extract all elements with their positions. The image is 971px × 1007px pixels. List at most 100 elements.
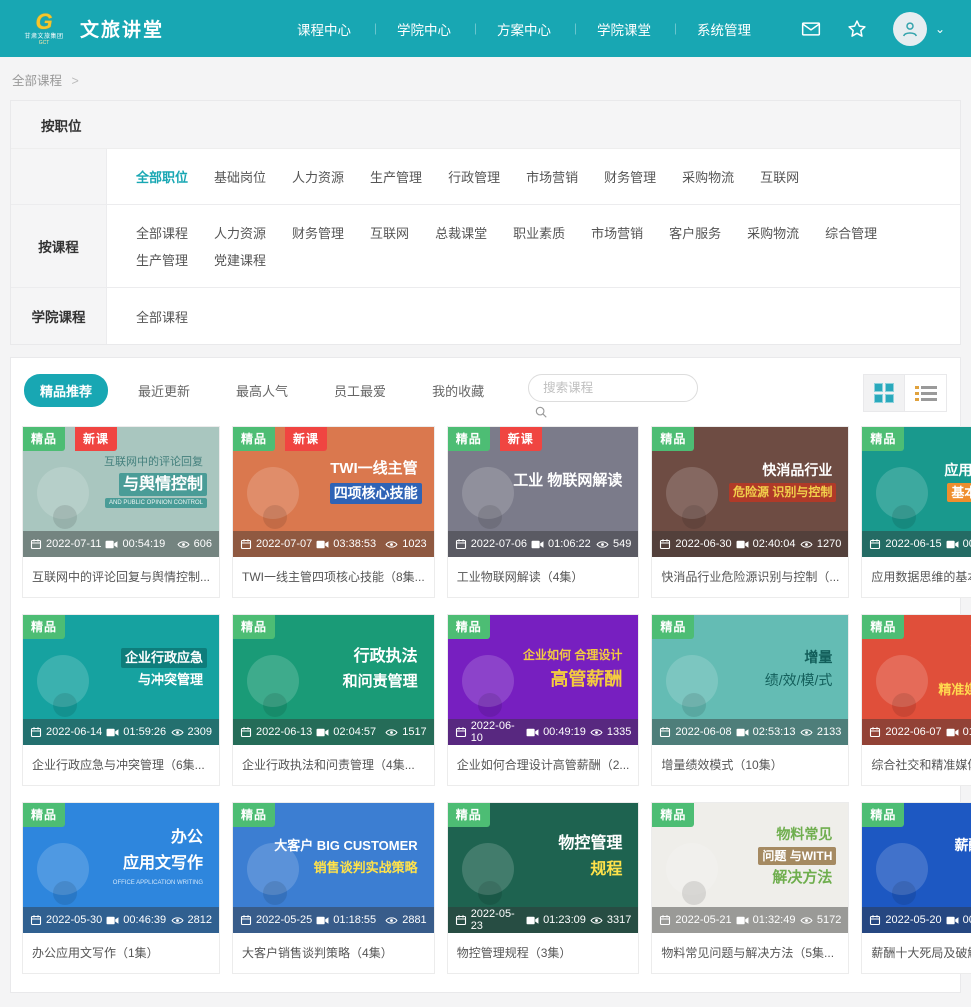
thumb-line-1: 增量 (800, 647, 836, 668)
course-meta: 2022-06-08 02:53:13 2133 (652, 719, 848, 745)
course-card-14[interactable]: 精品 物料常见问题 与WITH解决方法 2022-05-21 01:32:49 (651, 802, 849, 974)
course-meta: 2022-05-23 01:23:09 3317 (448, 907, 639, 933)
sort-tab-5[interactable]: 我的收藏 (416, 374, 500, 407)
filter-option-0-6[interactable]: 财务管理 (604, 167, 656, 186)
course-card-12[interactable]: 精品 大客户 BIG CUSTOMER销售谈判实战策略 2022-05-25 0… (232, 802, 435, 974)
grid-view-button[interactable] (864, 375, 905, 411)
filter-option-1-8[interactable]: 采购物流 (747, 223, 799, 242)
course-card-7[interactable]: 精品 行政执法和问责管理 2022-06-13 02:04:57 (232, 614, 435, 786)
filter-option-0-0[interactable]: 全部职位 (136, 167, 188, 186)
filter-option-0-7[interactable]: 采购物流 (682, 167, 734, 186)
video-icon (736, 727, 749, 738)
filter-option-1-10[interactable]: 生产管理 (136, 250, 188, 269)
thumbnail-text: 像网红一样火综合社交和精准媒体营销策划 (932, 637, 971, 700)
course-card-11[interactable]: 精品 办公应用文写作OFFICE APPLICATION WRITING 202… (22, 802, 220, 974)
sort-tab-3[interactable]: 最高人气 (220, 374, 304, 407)
badge-精品: 精品 (448, 427, 490, 451)
grid-icon (874, 383, 894, 403)
video-icon (106, 915, 119, 926)
course-title: 增量绩效模式（10集） (652, 745, 848, 785)
course-card-9[interactable]: 精品 增量绩/效/模/式 2022-06-08 02:53:13 (651, 614, 849, 786)
filter-option-0-2[interactable]: 人力资源 (292, 167, 344, 186)
badge-row: 精品 (862, 615, 904, 639)
filter-option-1-1[interactable]: 人力资源 (214, 223, 266, 242)
mail-icon[interactable] (801, 19, 821, 39)
course-card-4[interactable]: 精品 快消品行业危险源 识别与控制 2022-06-30 02:40:04 (651, 426, 849, 598)
nav-item-4[interactable]: 学院课堂 (575, 15, 673, 43)
filter-label-college: 学院课程 (11, 288, 106, 344)
course-meta: 2022-06-14 01:59:26 2309 (23, 719, 219, 745)
thumbnail-text: 企业如何 合理设计高管薪酬 (517, 645, 628, 693)
course-card-13[interactable]: 精品 物控管理规程 2022-05-23 01:23:09 (447, 802, 640, 974)
filter-option-1-11[interactable]: 党建课程 (214, 250, 266, 269)
course-card-1[interactable]: 精品新课 互联网中的评论回复与舆情控制AND PUBLIC OPINION CO… (22, 426, 220, 598)
brand-logo[interactable]: G 甘肃文旅集团 GCT (18, 11, 70, 46)
nav-item-1[interactable]: 课程中心 (275, 15, 373, 43)
filter-option-1-0[interactable]: 全部课程 (136, 223, 188, 242)
user-menu[interactable]: ⌄ (893, 12, 945, 46)
sort-tab-2[interactable]: 最近更新 (122, 374, 206, 407)
course-date: 2022-06-14 (46, 726, 102, 738)
filter-row-course: 按课程 全部课程人力资源财务管理互联网总裁课堂职业素质市场营销客户服务采购物流综… (11, 205, 960, 288)
badge-精品: 精品 (233, 803, 275, 827)
course-card-15[interactable]: 精品 薪酬 十大死局及破解方法 2022-05-20 00:54:34 (861, 802, 971, 974)
filter-option-0-8[interactable]: 互联网 (760, 167, 799, 186)
thumb-line-1: 物控管理 (554, 832, 626, 856)
badge-row: 精品 (233, 803, 275, 827)
star-icon[interactable] (847, 19, 867, 39)
course-card-2[interactable]: 精品新课 TWI一线主管四项核心技能 2022-07-07 03:38:53 (232, 426, 435, 598)
course-date: 2022-07-06 (471, 538, 527, 550)
course-thumbnail: 精品新课 互联网中的评论回复与舆情控制AND PUBLIC OPINION CO… (23, 427, 219, 557)
thumb-line-1: 薪酬 十大死局 (951, 835, 971, 856)
course-meta: 2022-06-07 01:21:09 1190 (862, 719, 971, 745)
nav-item-3[interactable]: 方案中心 (475, 15, 573, 43)
filter-option-1-9[interactable]: 综合管理 (825, 223, 877, 242)
calendar-icon (455, 914, 467, 926)
course-card-10[interactable]: 精品 像网红一样火综合社交和精准媒体营销策划 2022-06-07 01:21:… (861, 614, 971, 786)
views-group: 606 (177, 538, 212, 550)
filter-option-1-3[interactable]: 互联网 (370, 223, 409, 242)
filter-option-1-4[interactable]: 总裁课堂 (435, 223, 487, 242)
badge-精品: 精品 (862, 803, 904, 827)
thumb-line-1: 工业 物联网解读 (509, 470, 626, 492)
sort-tab-1[interactable]: 精品推荐 (24, 374, 108, 407)
course-date: 2022-05-20 (885, 914, 941, 926)
course-duration: 02:04:57 (333, 726, 376, 738)
thumbnail-text: 物料常见问题 与WITH解决方法 (756, 823, 838, 890)
nav-item-5[interactable]: 系统管理 (675, 15, 773, 43)
filter-option-1-5[interactable]: 职业素质 (513, 223, 565, 242)
thumb-line-3: AND PUBLIC OPINION CONTROL (105, 498, 207, 508)
filter-option-2-0[interactable]: 全部课程 (136, 307, 188, 326)
course-card-6[interactable]: 精品 企业行政应急与冲突管理 2022-06-14 01:59:26 (22, 614, 220, 786)
search-input[interactable] (528, 374, 698, 402)
calendar-icon (869, 538, 881, 550)
filter-option-1-6[interactable]: 市场营销 (591, 223, 643, 242)
sort-tab-4[interactable]: 员工最爱 (318, 374, 402, 407)
course-date: 2022-06-15 (885, 538, 941, 550)
thumb-line-1: 办公 (167, 826, 207, 850)
view-toggle (863, 374, 947, 412)
thumb-line-1: 大客户 BIG CUSTOMER (270, 836, 422, 856)
video-icon (106, 727, 119, 738)
filter-option-0-1[interactable]: 基础岗位 (214, 167, 266, 186)
course-card-3[interactable]: 精品新课 工业 物联网解读 2022-07-06 01:06:22 (447, 426, 640, 598)
filter-option-1-7[interactable]: 客户服务 (669, 223, 721, 242)
filter-option-0-3[interactable]: 生产管理 (370, 167, 422, 186)
badge-row: 精品 (652, 615, 694, 639)
filter-option-0-4[interactable]: 行政管理 (448, 167, 500, 186)
thumb-line-2: 和问责管理 (339, 671, 422, 693)
nav-item-2[interactable]: 学院中心 (375, 15, 473, 43)
badge-row: 精品 (23, 803, 65, 827)
thumb-line-1: 快消品行业 (758, 460, 836, 481)
course-card-8[interactable]: 精品 企业如何 合理设计高管薪酬 2022-06-10 00:49:19 (447, 614, 640, 786)
list-view-button[interactable] (905, 375, 946, 411)
view-count: 2133 (817, 726, 841, 738)
course-date: 2022-07-07 (256, 538, 312, 550)
search-icon[interactable] (534, 405, 548, 419)
course-card-5[interactable]: 精品 应用数据思维的基本原则与技巧 2022-06-15 00:53:13 (861, 426, 971, 598)
breadcrumb-current[interactable]: 全部课程 (12, 74, 62, 88)
filter-option-1-2[interactable]: 财务管理 (292, 223, 344, 242)
thumb-line-1: 互联网中的评论回复 (100, 454, 207, 471)
calendar-icon (455, 538, 467, 550)
filter-option-0-5[interactable]: 市场营销 (526, 167, 578, 186)
